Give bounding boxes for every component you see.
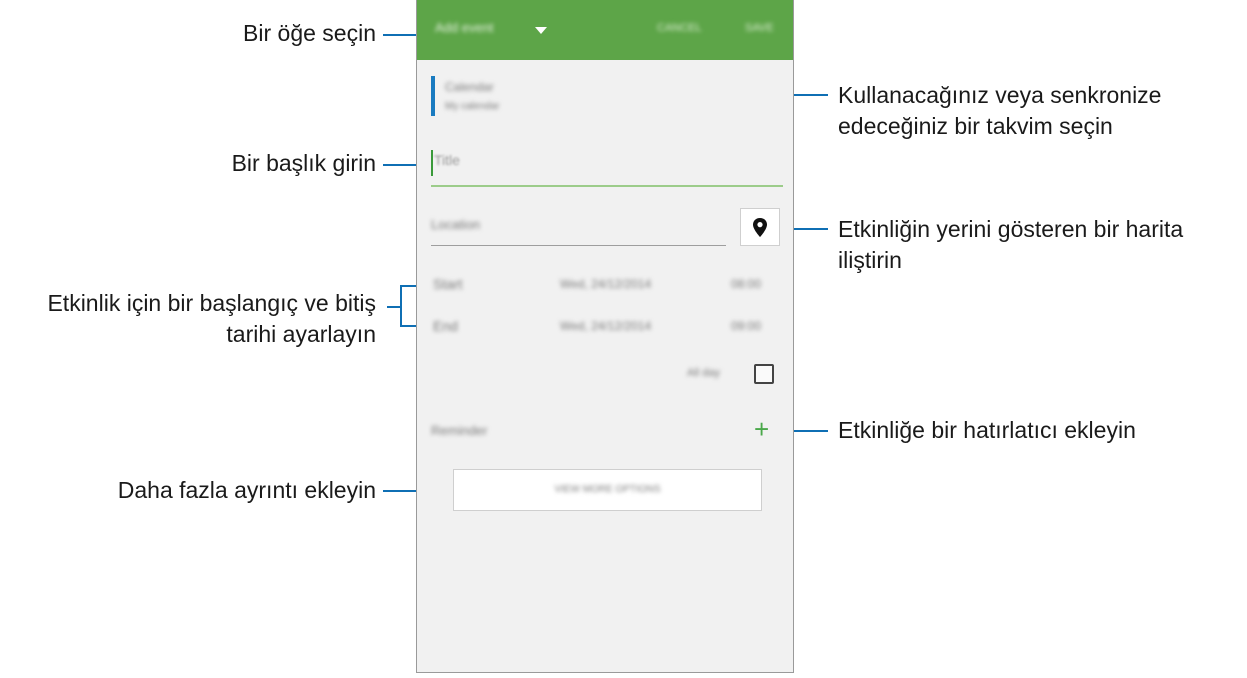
- add-reminder-plus-icon[interactable]: +: [754, 415, 769, 443]
- callout-start-end: Etkinlik için bir başlangıç ve bitiş tar…: [47, 288, 376, 350]
- view-more-options-button[interactable]: VIEW MORE OPTIONS: [453, 469, 762, 511]
- callout-reminder: Etkinliğe bir hatırlatıcı ekleyin: [838, 417, 1136, 443]
- callout-enter-title: Bir başlık girin: [231, 150, 376, 176]
- start-label: Start: [433, 276, 463, 292]
- calendar-color-indicator: [431, 76, 435, 116]
- callout-map-line1: Etkinliğin yerini gösteren bir harita: [838, 216, 1184, 242]
- callout-map-line2: iliştirin: [838, 247, 902, 273]
- callout-map: Etkinliğin yerini gösteren bir harita il…: [838, 214, 1183, 276]
- location-underline: [431, 245, 726, 246]
- callout-bracket: [400, 285, 402, 327]
- event-type-dropdown[interactable]: Add event: [435, 20, 494, 35]
- cancel-button[interactable]: CANCEL: [657, 22, 702, 34]
- location-input[interactable]: Location: [431, 217, 480, 232]
- callout-calendar-line2: edeceğiniz bir takvim seçin: [838, 113, 1113, 139]
- chevron-down-icon[interactable]: [535, 27, 547, 34]
- callout-line: [387, 306, 401, 308]
- save-button[interactable]: SAVE: [745, 22, 774, 34]
- map-button[interactable]: [740, 208, 780, 246]
- callout-calendar-line1: Kullanacağınız veya senkronize: [838, 82, 1162, 108]
- end-time[interactable]: 09:00: [731, 319, 761, 333]
- start-date[interactable]: Wed, 24/12/2014: [560, 277, 651, 291]
- callout-start-end-line1: Etkinlik için bir başlangıç ve bitiş: [47, 290, 376, 316]
- reminder-label: Reminder: [431, 423, 488, 438]
- map-pin-icon: [753, 218, 767, 237]
- callout-select-item: Bir öğe seçin: [243, 20, 376, 46]
- calendar-account: My calendar: [445, 101, 500, 112]
- phone-screen: Add event CANCEL SAVE Calendar My calend…: [416, 0, 794, 673]
- callout-start-end-line2: tarihi ayarlayın: [226, 321, 376, 347]
- all-day-label: All day: [687, 367, 721, 379]
- calendar-selector[interactable]: Calendar: [445, 80, 494, 94]
- end-label: End: [433, 318, 458, 334]
- callout-calendar: Kullanacağınız veya senkronize edeceğini…: [838, 80, 1161, 142]
- text-cursor: [431, 150, 433, 176]
- callout-more-details: Daha fazla ayrıntı ekleyin: [117, 477, 376, 503]
- view-more-options-label: VIEW MORE OPTIONS: [554, 484, 661, 495]
- app-bar: Add event CANCEL SAVE: [417, 0, 793, 60]
- title-underline: [431, 185, 783, 187]
- all-day-checkbox[interactable]: [754, 364, 774, 384]
- title-input[interactable]: Title: [434, 152, 460, 168]
- end-date[interactable]: Wed, 24/12/2014: [560, 319, 651, 333]
- start-time[interactable]: 08:00: [731, 277, 761, 291]
